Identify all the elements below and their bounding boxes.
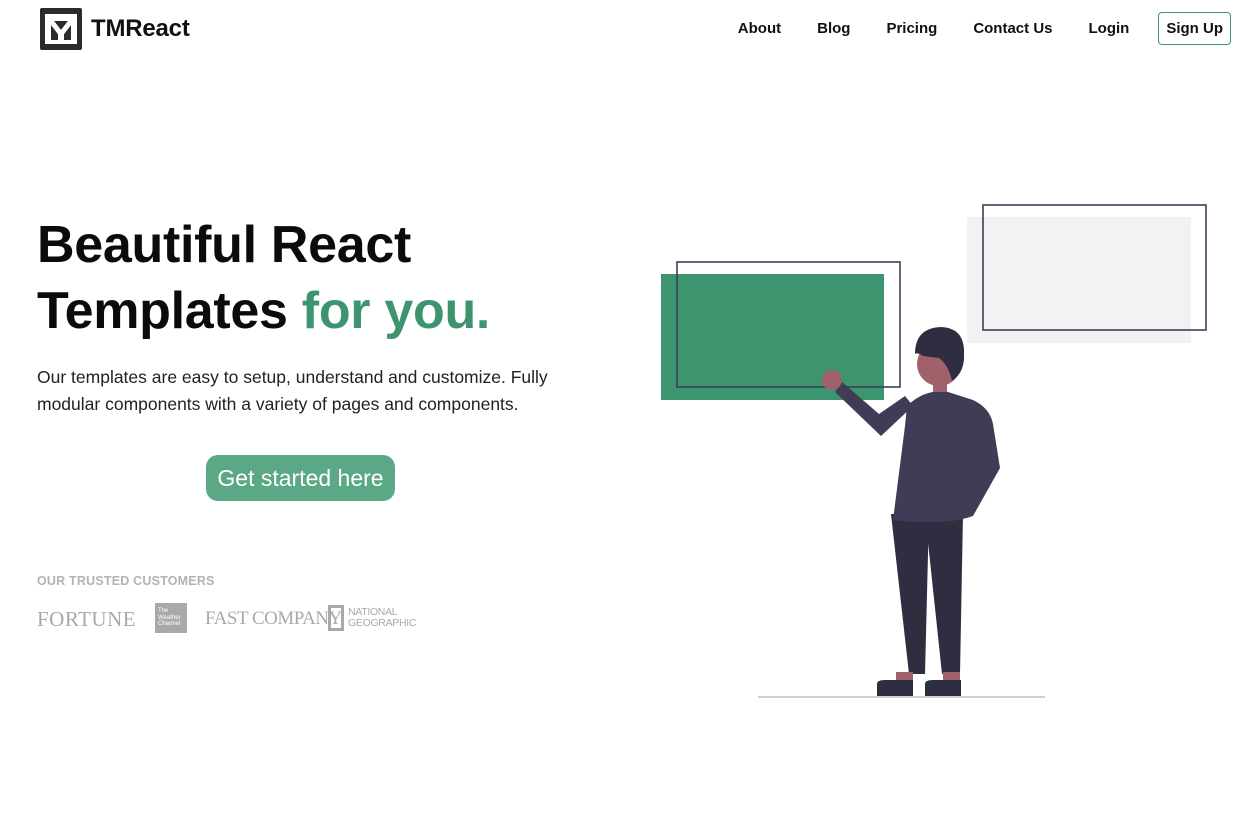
tm-monogram-icon — [40, 8, 82, 50]
hero-illustration — [661, 204, 1207, 698]
hero-title-line1: Beautiful React — [37, 216, 412, 274]
national-geographic-logo: NATIONAL GEOGRAPHIC — [328, 605, 416, 631]
hero-subtitle: Our templates are easy to setup, underst… — [37, 367, 548, 414]
main-nav: About Blog Pricing Contact Us Login Sign… — [738, 12, 1231, 45]
trusted-customers-heading: OUR TRUSTED CUSTOMERS — [37, 574, 215, 588]
nav-link-blog[interactable]: Blog — [817, 12, 850, 45]
hero-title-line2: Templates — [37, 282, 302, 340]
fast-company-logo: FAST COMPANY — [205, 608, 342, 629]
green-panel — [661, 274, 884, 400]
nav-link-login[interactable]: Login — [1089, 12, 1130, 45]
get-started-button[interactable]: Get started here — [206, 455, 395, 501]
nav-link-contact[interactable]: Contact Us — [973, 12, 1052, 45]
weather-logo-line3: Channel — [158, 621, 181, 627]
natgeo-frame-icon — [328, 605, 344, 631]
signup-button[interactable]: Sign Up — [1158, 12, 1231, 45]
gray-panel — [967, 217, 1191, 343]
nav-link-pricing[interactable]: Pricing — [886, 12, 937, 45]
weather-channel-logo: The Weather Channel — [155, 603, 187, 633]
natgeo-text: NATIONAL GEOGRAPHIC — [348, 607, 416, 629]
brand-name: TMReact — [91, 15, 190, 42]
nav-link-about[interactable]: About — [738, 12, 781, 45]
landing-page: TMReact About Blog Pricing Contact Us Lo… — [0, 0, 1254, 815]
hero-title-accent: for you. — [301, 282, 491, 340]
hero-title: Beautiful React Templates for you. — [37, 212, 597, 344]
fortune-logo: FORTUNE — [37, 607, 137, 631]
site-header: TMReact About Blog Pricing Contact Us Lo… — [0, 0, 1254, 58]
brand-home-link[interactable]: TMReact — [40, 8, 190, 50]
natgeo-line2: GEOGRAPHIC — [348, 617, 417, 629]
